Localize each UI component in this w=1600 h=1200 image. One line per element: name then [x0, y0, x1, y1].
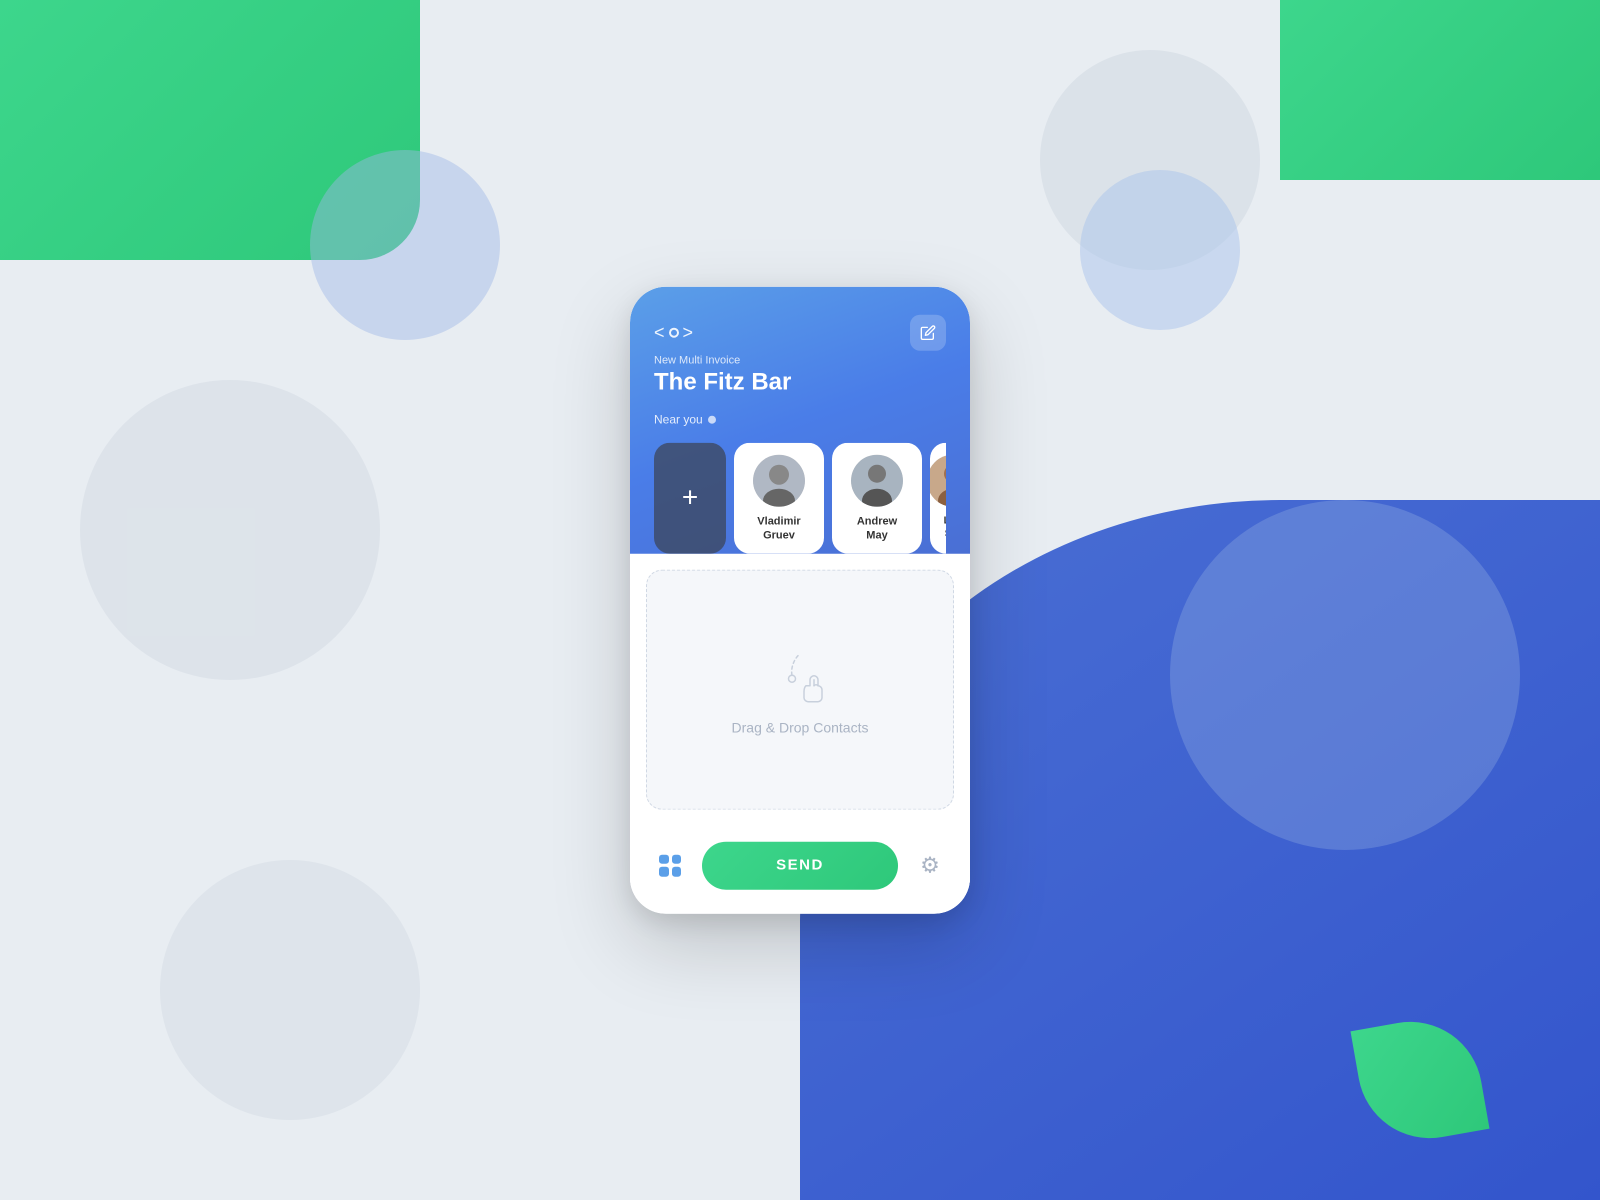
near-you-row: Near you: [654, 413, 946, 427]
drop-zone[interactable]: Drag & Drop Contacts: [646, 569, 954, 809]
grid-icon: [659, 854, 681, 876]
grid-cell-1: [659, 854, 669, 864]
avatar-andrew: [851, 455, 903, 507]
avatar-image-leo: [930, 455, 946, 507]
decorative-circle-6: [160, 860, 420, 1120]
drag-drop-icon: [770, 643, 830, 703]
phone-container: < > New Multi Invoice The Fitz Bar Near …: [630, 287, 970, 914]
decorative-circle-1: [80, 380, 380, 680]
near-you-text: Near you: [654, 413, 703, 427]
bg-green-top-right: [1280, 0, 1600, 180]
avatar-vladimir: [753, 455, 805, 507]
avatar-image-andrew: [851, 455, 903, 507]
grid-view-button[interactable]: [650, 845, 690, 885]
bottom-bar: SEND ⚙: [630, 825, 970, 913]
avatar-leo: [930, 455, 946, 507]
avatar-image-vladimir: [753, 455, 805, 507]
header-title: The Fitz Bar: [654, 369, 946, 397]
location-icon: [708, 416, 716, 424]
send-label: SEND: [776, 857, 824, 874]
decorative-circle-2: [310, 150, 500, 340]
logo-circle: [669, 328, 679, 338]
drop-zone-text: Drag & Drop Contacts: [732, 719, 869, 735]
send-button[interactable]: SEND: [702, 841, 898, 889]
edit-icon: [920, 325, 936, 341]
add-plus-icon: +: [682, 484, 698, 512]
contact-card-andrew[interactable]: AndrewMay: [832, 443, 922, 554]
contact-name-leo: LeoSte: [944, 515, 946, 541]
phone-header: < > New Multi Invoice The Fitz Bar Near …: [630, 287, 970, 554]
add-contact-button[interactable]: +: [654, 443, 726, 554]
grid-cell-4: [672, 867, 682, 877]
phone-body: Drag & Drop Contacts SEND ⚙: [630, 569, 970, 913]
grid-cell-2: [672, 854, 682, 864]
contact-name-andrew: AndrewMay: [857, 515, 897, 544]
contact-name-vladimir: VladimirGruev: [757, 515, 800, 544]
bracket-left: <: [654, 322, 665, 343]
settings-button[interactable]: ⚙: [910, 845, 950, 885]
contact-card-leo-partial[interactable]: LeoSte: [930, 443, 946, 554]
contacts-list: VladimirGruev AndrewMay: [734, 443, 946, 554]
contacts-strip: + VladimirGruev: [654, 443, 946, 554]
logo-icon: < >: [654, 322, 693, 343]
header-top-row: < >: [654, 315, 946, 351]
grid-cell-3: [659, 867, 669, 877]
decorative-circle-5: [1170, 500, 1520, 850]
bracket-right: >: [683, 322, 694, 343]
decorative-circle-4: [1080, 170, 1240, 330]
edit-button[interactable]: [910, 315, 946, 351]
contact-card-vladimir[interactable]: VladimirGruev: [734, 443, 824, 554]
settings-icon: ⚙: [920, 852, 940, 878]
header-subtitle: New Multi Invoice: [654, 355, 946, 367]
